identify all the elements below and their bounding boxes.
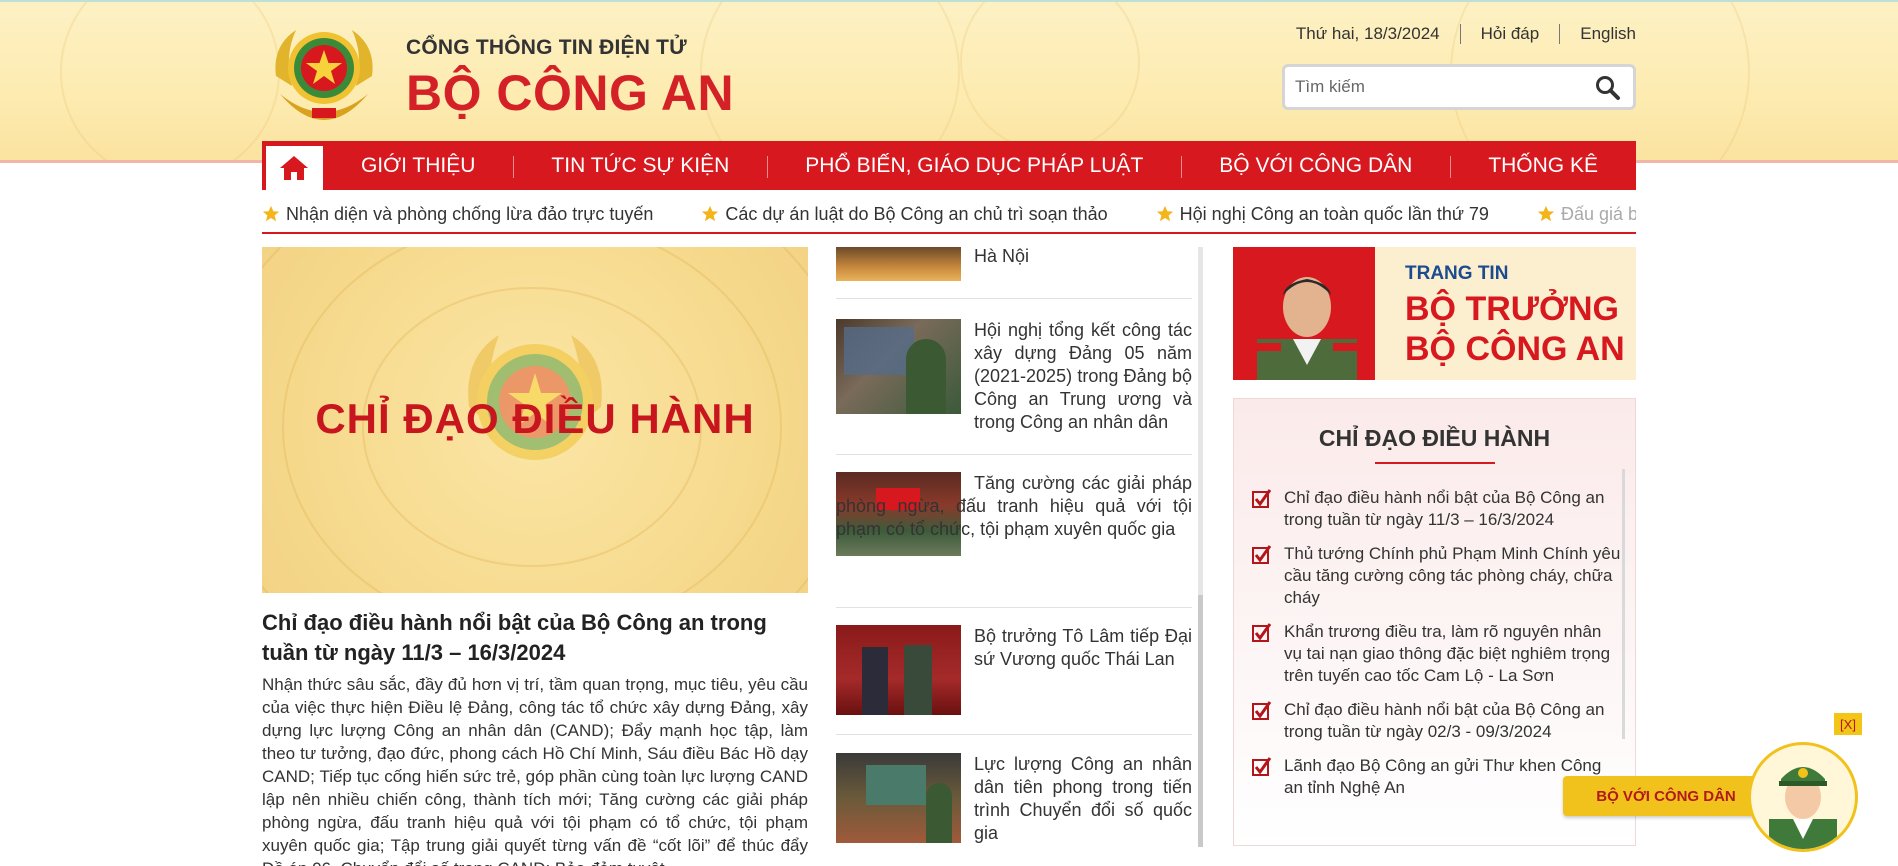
- nav-item-news[interactable]: TIN TỨC SỰ KIỆN: [513, 154, 767, 178]
- directives-title[interactable]: CHỈ ĐẠO ĐIỀU HÀNH: [1234, 425, 1635, 452]
- directive-text: Khẩn trương điều tra, làm rõ nguyên nhân…: [1284, 622, 1611, 685]
- checkbox-icon: [1252, 489, 1272, 508]
- news-thumbnail[interactable]: [836, 247, 961, 281]
- news-title[interactable]: Bộ trưởng Tô Lâm tiếp Đại sứ Vương quốc …: [974, 625, 1192, 671]
- star-icon: [1156, 205, 1173, 222]
- directives-scrollbar[interactable]: [1622, 469, 1625, 739]
- news-title[interactable]: Hội nghị tổng kết công tác xây dựng Đảng…: [974, 319, 1192, 434]
- minister-banner-line: BỘ CÔNG AN: [1405, 330, 1625, 368]
- news-title[interactable]: Tăng cường các giải pháp phòng ngừa, đấu…: [836, 472, 1192, 541]
- main-nav: GIỚI THIỆU TIN TỨC SỰ KIỆN PHỔ BIẾN, GIÁ…: [262, 141, 1636, 190]
- directive-text: Thủ tướng Chính phủ Phạm Minh Chính yêu …: [1284, 544, 1621, 607]
- news-item[interactable]: Hội nghị tổng kết công tác xây dựng Đảng…: [836, 319, 1192, 455]
- site-header: CỔNG THÔNG TIN ĐIỆN TỬ BỘ CÔNG AN Thứ ha…: [0, 0, 1898, 163]
- star-icon: [1537, 205, 1555, 222]
- directive-text: Chỉ đạo điều hành nổi bật của Bộ Công an…: [1284, 700, 1605, 741]
- news-title[interactable]: Hà Nội: [974, 245, 1029, 268]
- citizen-widget-button[interactable]: BỘ VỚI CÔNG DÂN: [1563, 776, 1769, 816]
- ticker-item[interactable]: Đấu giá biể: [1537, 204, 1636, 225]
- minister-banner-title: BỘ TRƯỞNG BỘ CÔNG AN: [1405, 289, 1625, 369]
- news-item[interactable]: Hà Nội: [836, 245, 1192, 299]
- police-emblem-logo[interactable]: [262, 16, 386, 128]
- top-links: Thứ hai, 18/3/2024 Hỏi đáp English: [1276, 24, 1636, 44]
- checkbox-icon: [1252, 701, 1272, 720]
- nav-item-introduction[interactable]: GIỚI THIỆU: [323, 154, 513, 178]
- news-item[interactable]: Tăng cường các giải pháp phòng ngừa, đấu…: [836, 472, 1192, 608]
- news-thumbnail[interactable]: [836, 319, 961, 414]
- featured-image-text: CHỈ ĐẠO ĐIỀU HÀNH: [315, 395, 755, 442]
- english-link[interactable]: English: [1560, 24, 1636, 44]
- nav-item-citizen[interactable]: BỘ VỚI CÔNG DÂN: [1181, 154, 1450, 178]
- ticker-label: Các dự án luật do Bộ Công an chủ trì soạ…: [725, 203, 1108, 224]
- featured-image[interactable]: CHỈ ĐẠO ĐIỀU HÀNH: [262, 247, 808, 593]
- minister-portrait: [1257, 277, 1357, 380]
- home-icon: [280, 156, 309, 180]
- news-item[interactable]: Bộ trưởng Tô Lâm tiếp Đại sứ Vương quốc …: [836, 625, 1192, 735]
- news-item[interactable]: Lực lượng Công an nhân dân tiên phong tr…: [836, 753, 1192, 853]
- ticker-item[interactable]: Các dự án luật do Bộ Công an chủ trì soạ…: [701, 203, 1108, 225]
- news-title[interactable]: Lực lượng Công an nhân dân tiên phong tr…: [974, 753, 1192, 845]
- directive-item[interactable]: Chỉ đạo điều hành nổi bật của Bộ Công an…: [1252, 487, 1622, 531]
- news-thumbnail[interactable]: [836, 625, 961, 715]
- current-date: Thứ hai, 18/3/2024: [1295, 24, 1440, 43]
- directive-item[interactable]: Khẩn trương điều tra, làm rõ nguyên nhân…: [1252, 621, 1622, 687]
- directive-item[interactable]: Chỉ đạo điều hành nổi bật của Bộ Công an…: [1252, 699, 1622, 743]
- directive-item[interactable]: Thủ tướng Chính phủ Phạm Minh Chính yêu …: [1252, 543, 1622, 609]
- close-widget-button[interactable]: [X]: [1834, 713, 1862, 735]
- nav-item-statistics[interactable]: THỐNG KÊ: [1450, 154, 1636, 178]
- nav-item-law[interactable]: PHỔ BIẾN, GIÁO DỤC PHÁP LUẬT: [767, 154, 1181, 178]
- directive-text: Chỉ đạo điều hành nổi bật của Bộ Công an…: [1284, 488, 1605, 529]
- scrollbar-thumb[interactable]: [1198, 595, 1203, 847]
- minister-banner-line: BỘ TRƯỞNG: [1405, 290, 1619, 328]
- star-icon: [262, 205, 280, 222]
- news-scrollbar[interactable]: [1198, 247, 1203, 847]
- ticker-label: Hội nghị Công an toàn quốc lần thứ 79: [1179, 203, 1489, 224]
- nav-home[interactable]: [266, 146, 323, 190]
- ticker-item[interactable]: Nhận diện và phòng chống lừa đảo trực tu…: [262, 204, 653, 225]
- minister-banner[interactable]: TRANG TIN BỘ TRƯỞNG BỘ CÔNG AN: [1233, 247, 1636, 380]
- checkbox-icon: [1252, 623, 1272, 642]
- checkbox-icon: [1252, 757, 1272, 776]
- search-icon[interactable]: [1595, 75, 1621, 101]
- checkbox-icon: [1252, 545, 1272, 564]
- star-icon: [702, 205, 719, 222]
- ticker-label: Nhận diện và phòng chống lừa đảo trực tu…: [286, 203, 654, 224]
- featured-headline[interactable]: Chỉ đạo điều hành nổi bật của Bộ Công an…: [262, 608, 808, 668]
- portal-subtitle: CỔNG THÔNG TIN ĐIỆN TỬ: [406, 36, 687, 59]
- search-input[interactable]: [1295, 77, 1585, 97]
- search-box: [1282, 64, 1636, 110]
- ticker-item[interactable]: Hội nghị Công an toàn quốc lần thứ 79: [1156, 204, 1489, 225]
- featured-description: Nhận thức sâu sắc, đầy đủ hơn vị trí, tầ…: [262, 675, 808, 866]
- news-thumbnail[interactable]: [836, 753, 961, 843]
- portal-title[interactable]: BỘ CÔNG AN: [406, 64, 734, 122]
- ticker-label: Đấu giá biể: [1560, 203, 1636, 224]
- faq-link[interactable]: Hỏi đáp: [1461, 24, 1560, 44]
- officer-icon: [1769, 767, 1837, 849]
- minister-banner-label: TRANG TIN: [1405, 263, 1509, 284]
- news-ticker: Nhận diện và phòng chống lừa đảo trực tu…: [262, 196, 1636, 234]
- police-officer-avatar[interactable]: [1748, 742, 1858, 852]
- title-underline: [1375, 462, 1495, 464]
